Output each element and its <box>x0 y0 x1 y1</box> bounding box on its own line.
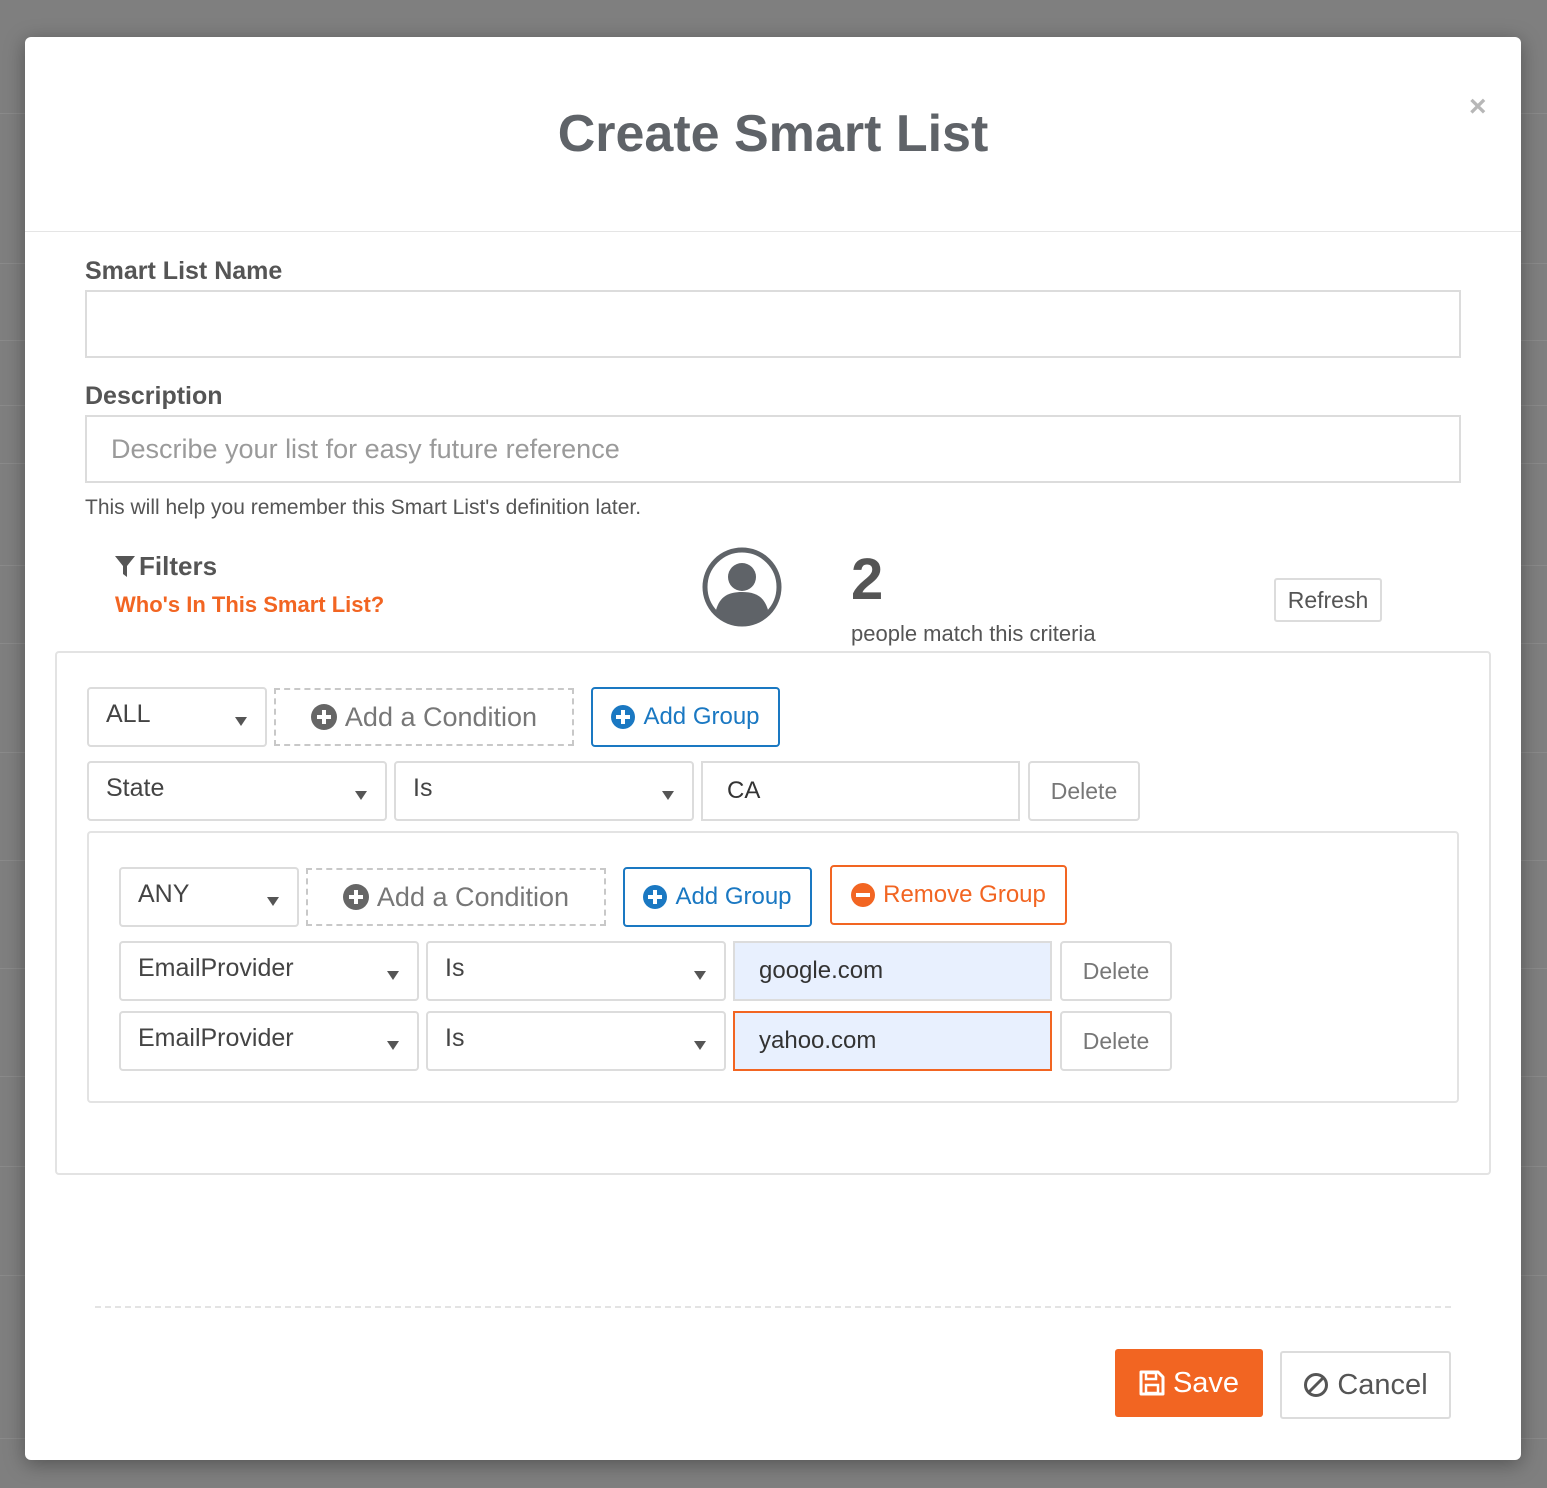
match-count: 2 <box>851 547 884 612</box>
caret-down-icon <box>235 717 247 726</box>
condition-field-value: EmailProvider <box>138 1024 294 1052</box>
root-add-group-label: Add Group <box>643 703 760 730</box>
group-match-mode-select[interactable]: ANY <box>119 867 299 927</box>
condition-operator-value: Is <box>413 774 433 802</box>
condition-field-value: State <box>106 774 165 802</box>
modal-title: Create Smart List <box>557 105 989 163</box>
root-match-mode-select[interactable]: ALL <box>87 687 267 747</box>
plus-circle-icon <box>310 704 337 730</box>
delete-condition-button[interactable]: Delete <box>1028 761 1140 821</box>
group-match-mode-value: ANY <box>138 880 190 908</box>
delete-condition-button[interactable]: Delete <box>1060 1011 1172 1071</box>
plus-circle-icon <box>643 885 668 909</box>
cancel-button[interactable]: Cancel <box>1280 1351 1451 1419</box>
filters-heading: Filters <box>115 551 217 581</box>
caret-down-icon <box>267 897 279 906</box>
refresh-button[interactable]: Refresh <box>1274 578 1382 622</box>
root-add-group-button[interactable]: Add Group <box>591 687 780 747</box>
save-button[interactable]: Save <box>1115 1349 1263 1417</box>
description-input[interactable] <box>85 415 1461 483</box>
condition-field-select[interactable]: EmailProvider <box>119 1011 419 1071</box>
condition-operator-value: Is <box>445 1024 465 1052</box>
group-add-condition-button[interactable]: Add a Condition <box>306 868 606 926</box>
condition-operator-select[interactable]: Is <box>426 941 726 1001</box>
smart-list-name-input[interactable] <box>85 290 1461 358</box>
caret-down-icon <box>355 791 367 800</box>
user-avatar-icon <box>702 547 782 627</box>
remove-group-label: Remove Group <box>883 881 1046 908</box>
description-help-text: This will help you remember this Smart L… <box>85 496 642 519</box>
footer-divider <box>95 1306 1451 1308</box>
delete-condition-button[interactable]: Delete <box>1060 941 1172 1001</box>
cancel-icon <box>1304 1373 1329 1397</box>
condition-field-select[interactable]: EmailProvider <box>119 941 419 1001</box>
condition-value-input-active[interactable] <box>733 1011 1052 1071</box>
root-add-condition-button[interactable]: Add a Condition <box>274 688 574 746</box>
group-add-condition-label: Add a Condition <box>376 881 570 912</box>
caret-down-icon <box>694 971 706 980</box>
condition-operator-select[interactable]: Is <box>426 1011 726 1071</box>
condition-value-input[interactable] <box>701 761 1020 821</box>
group-add-group-button[interactable]: Add Group <box>623 867 812 927</box>
plus-circle-icon <box>342 884 369 910</box>
condition-field-select[interactable]: State <box>87 761 387 821</box>
match-count-text: people match this criteria <box>851 621 1096 646</box>
condition-field-value: EmailProvider <box>138 954 294 982</box>
minus-circle-icon <box>851 883 876 907</box>
plus-circle-icon <box>611 705 636 729</box>
description-label: Description <box>85 382 223 410</box>
cancel-label: Cancel <box>1337 1368 1428 1401</box>
group-add-group-label: Add Group <box>675 883 792 910</box>
caret-down-icon <box>662 791 674 800</box>
root-match-mode-value: ALL <box>106 700 151 728</box>
save-label: Save <box>1172 1366 1240 1399</box>
whos-in-smart-list-link[interactable]: Who's In This Smart List? <box>115 591 384 619</box>
condition-operator-select[interactable]: Is <box>394 761 694 821</box>
close-icon[interactable]: × <box>1469 89 1487 125</box>
remove-group-button[interactable]: Remove Group <box>830 865 1067 925</box>
condition-operator-value: Is <box>445 954 465 982</box>
caret-down-icon <box>387 1041 399 1050</box>
save-icon <box>1139 1370 1165 1396</box>
caret-down-icon <box>694 1041 706 1050</box>
smart-list-name-label: Smart List Name <box>85 257 283 285</box>
caret-down-icon <box>387 971 399 980</box>
condition-value-input[interactable] <box>733 941 1052 1001</box>
filter-icon <box>115 556 135 577</box>
create-smart-list-modal: Create Smart List × Smart List Name Desc… <box>25 37 1521 1460</box>
filters-label: Filters <box>139 551 218 581</box>
modal-header: Create Smart List × <box>25 37 1521 232</box>
root-add-condition-label: Add a Condition <box>344 701 538 732</box>
